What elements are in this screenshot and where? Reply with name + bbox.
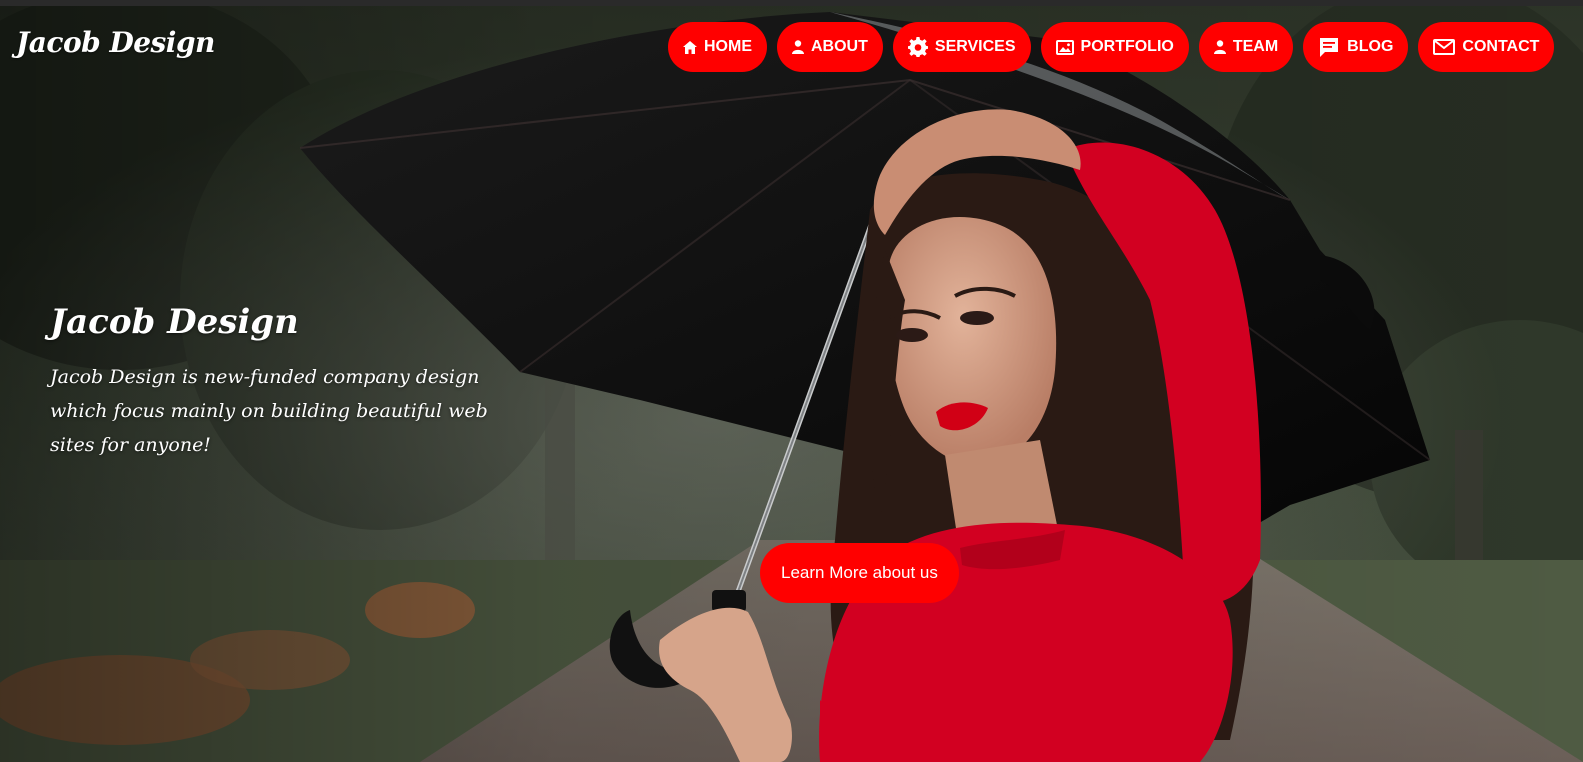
brand-logo[interactable]: Jacob Design	[16, 26, 215, 59]
nav-contact-label: CONTACT	[1462, 38, 1540, 55]
user-icon	[1213, 40, 1226, 54]
hero-title: Jacob Design	[50, 302, 299, 342]
nav-portfolio-button[interactable]: PORTFOLIO	[1040, 22, 1189, 72]
mail-icon	[1433, 39, 1456, 55]
home-icon	[683, 40, 697, 54]
top-border	[0, 0, 1583, 6]
nav-services-button[interactable]: SERVICES	[892, 22, 1031, 72]
nav-portfolio-label: PORTFOLIO	[1080, 38, 1174, 55]
learn-more-button[interactable]: Learn More about us	[760, 543, 959, 603]
nav-contact-button[interactable]: CONTACT	[1418, 22, 1555, 72]
nav-team-label: TEAM	[1232, 38, 1279, 55]
user-icon	[792, 40, 804, 54]
nav-home-label: HOME	[704, 38, 752, 55]
nav-blog-button[interactable]: BLOG	[1303, 22, 1409, 72]
gear-icon	[907, 37, 928, 57]
nav-team-button[interactable]: TEAM	[1198, 22, 1294, 72]
main-navigation: HOME ABOUT SERVICES PORTFOLIO TEAM BLOG …	[668, 22, 1573, 72]
image-icon	[1055, 39, 1074, 55]
nav-about-button[interactable]: ABOUT	[777, 22, 883, 72]
nav-blog-label: BLOG	[1347, 38, 1394, 55]
page: Jacob Design HOME ABOUT SERVICES PORTFOL…	[0, 0, 1583, 762]
hero-description: Jacob Design is new-funded company desig…	[50, 366, 488, 456]
nav-about-label: ABOUT	[811, 38, 868, 55]
chat-icon	[1318, 36, 1340, 58]
nav-services-label: SERVICES	[934, 38, 1016, 55]
nav-home-button[interactable]: HOME	[668, 22, 767, 72]
